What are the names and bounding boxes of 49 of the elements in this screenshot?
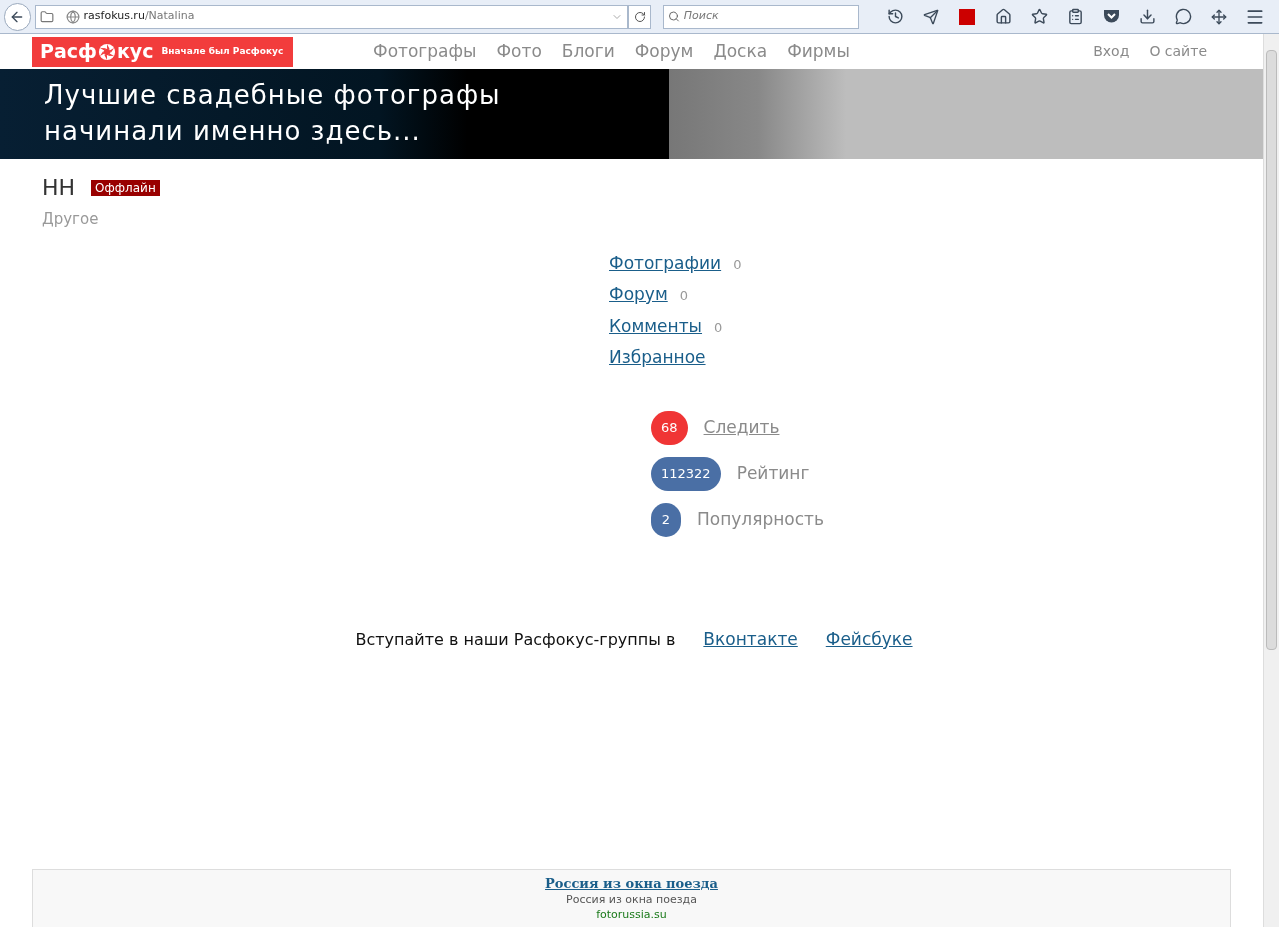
search-field[interactable]: Поиск [662,4,859,29]
nav-link[interactable]: Фирмы [787,38,850,65]
nav-link[interactable]: Фотографы [373,38,477,65]
logo-text: кус [116,39,154,65]
follow-link[interactable]: Следить [703,414,780,441]
social-link[interactable]: Вконтакте [703,626,798,652]
section-count: 0 [733,255,742,274]
url-field[interactable]: rasfokus.ru/Natalina [34,4,629,29]
nav-link[interactable]: Доска [713,38,768,65]
profile-section-link[interactable]: Форум [609,282,668,308]
profile-section-link[interactable]: Избранное [609,345,706,371]
ad-domain: fotorussia.su [596,907,667,922]
url-domain: rasfokus.ru [83,8,145,25]
stat-label: Популярность [697,507,825,531]
logo-text: Расф [40,39,97,65]
profile-section-link[interactable]: Комменты [609,313,703,339]
banner-text: начинали именно здесь... [44,115,422,148]
profile-category: Другое [42,209,100,230]
nav-link[interactable]: Фото [496,38,542,65]
social-text: Вступайте в наши Расфокус-группы в [355,628,676,651]
profile-name: НН [42,174,76,202]
stat-badge: 68 [651,410,688,445]
section-count: 0 [679,287,688,305]
url-path: /Natalina [144,8,195,25]
ad-title-link[interactable]: Россия из окна поезда [545,876,718,892]
social-link[interactable]: Фейсбуке [825,626,913,652]
header-link[interactable]: Вход [1093,41,1130,62]
reload-button[interactable] [628,4,651,29]
nav-link[interactable]: Форум [634,38,694,65]
logo-tagline: Вначале был Расфокус [161,44,284,58]
profile-section-link[interactable]: Фотографии [609,250,722,276]
site-logo[interactable]: Расф кус Вначале был Расфокус [32,36,293,67]
ad-description: Россия из окна поезда [566,892,697,907]
section-count: 0 [714,318,723,337]
globe-icon [65,9,80,24]
banner-text: Лучшие свадебные фотографы [44,79,501,112]
aperture-icon [97,42,116,61]
search-input[interactable]: Поиск [683,8,854,25]
folder-icon [39,9,54,24]
stat-badge: 2 [651,502,681,537]
status-badge: Оффлайн [91,179,160,196]
scrollbar[interactable] [1263,34,1279,927]
back-button[interactable] [4,2,31,31]
nav-link[interactable]: Блоги [561,38,615,65]
stat-badge: 112322 [651,456,721,491]
search-icon [667,10,680,23]
header-link[interactable]: О сайте [1149,41,1207,62]
reload-icon [633,10,646,23]
stat-label: Рейтинг [736,461,810,485]
